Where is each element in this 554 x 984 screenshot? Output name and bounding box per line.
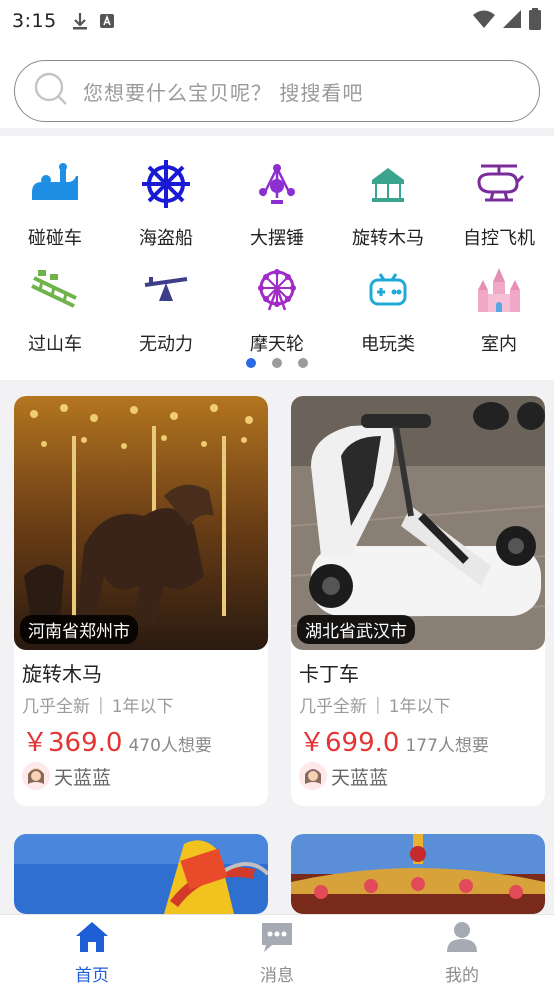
product-card[interactable]: 湖北省武汉市 卡丁车 几乎全新 | 1年以下 ￥699.0 177人想要 天蓝蓝 (291, 396, 545, 806)
status-bar: 3:15 (0, 0, 554, 42)
category-label: 旋转木马 (352, 228, 424, 249)
status-time: 3:15 (12, 10, 57, 32)
category-ferris-wheel[interactable]: 摩天轮 (222, 264, 332, 364)
product-condition: 几乎全新 (22, 697, 90, 717)
message-icon (260, 921, 294, 957)
profile-icon (445, 921, 479, 957)
wifi-icon (472, 9, 496, 33)
signal-icon (502, 9, 522, 33)
category-label: 电玩类 (361, 334, 415, 355)
search-input[interactable]: 您想要什么宝贝呢？ 搜搜看吧 (14, 60, 540, 122)
product-image (291, 834, 545, 914)
price-row: ￥699.0 177人想要 (299, 722, 489, 759)
gamepad-icon (360, 264, 416, 316)
search-placeholder: 您想要什么宝贝呢？ 搜搜看吧 (83, 80, 364, 105)
category-label: 室内 (481, 334, 517, 355)
category-grid: 碰碰车 海盗船 大摆锤 旋转木马 自控飞机 过山车 无动力 摩天轮 电玩类 室内 (0, 136, 554, 380)
pendulum-ride-icon (249, 158, 305, 210)
pager-dot[interactable] (246, 358, 256, 368)
category-pirate-ship[interactable]: 海盗船 (111, 158, 221, 258)
category-carousel[interactable]: 旋转木马 (333, 158, 443, 258)
product-card[interactable] (291, 834, 545, 914)
category-label: 过山车 (28, 334, 82, 355)
nav-profile[interactable]: 我的 (422, 921, 502, 984)
price-row: ￥369.0 470人想要 (22, 722, 212, 759)
product-price: ￥699.0 (299, 728, 400, 758)
seller-info[interactable]: 天蓝蓝 (299, 762, 388, 790)
product-age: 1年以下 (388, 697, 451, 717)
category-label: 自控飞机 (463, 228, 535, 249)
pager-dot[interactable] (298, 358, 308, 368)
bumper-car-icon (27, 158, 83, 210)
avatar (299, 762, 327, 790)
product-image (14, 834, 268, 914)
product-image: 湖北省武汉市 (291, 396, 545, 650)
category-label: 大摆锤 (250, 228, 304, 249)
search-area: 您想要什么宝贝呢？ 搜搜看吧 (0, 42, 554, 128)
product-title: 旋转木马 (22, 662, 102, 686)
category-indoor[interactable]: 室内 (444, 264, 554, 364)
seller-name: 天蓝蓝 (331, 766, 389, 789)
product-meta: 几乎全新 | 1年以下 (299, 692, 451, 718)
seller-info[interactable]: 天蓝蓝 (22, 762, 111, 790)
battery-icon (528, 8, 542, 34)
nav-home[interactable]: 首页 (52, 921, 132, 984)
bottom-nav: 首页 消息 我的 (0, 914, 554, 984)
product-meta: 几乎全新 | 1年以下 (22, 692, 174, 718)
category-label: 摩天轮 (250, 334, 304, 355)
pager-dot[interactable] (272, 358, 282, 368)
pager-dots (0, 358, 554, 368)
location-tag: 河南省郑州市 (20, 615, 138, 644)
category-roller-coaster[interactable]: 过山车 (0, 264, 110, 364)
category-self-control-plane[interactable]: 自控飞机 (444, 158, 554, 258)
product-image: 河南省郑州市 (14, 396, 268, 650)
category-label: 碰碰车 (28, 228, 82, 249)
keyboard-a-icon (99, 13, 115, 29)
seesaw-icon (138, 264, 194, 316)
product-condition: 几乎全新 (299, 697, 367, 717)
ferris-wheel-icon (249, 264, 305, 316)
avatar (22, 762, 50, 790)
roller-coaster-icon (27, 264, 83, 316)
category-video-games[interactable]: 电玩类 (333, 264, 443, 364)
home-icon (75, 921, 109, 957)
carousel-icon (360, 158, 416, 210)
location-tag: 湖北省武汉市 (297, 615, 415, 644)
category-label: 无动力 (139, 334, 193, 355)
product-age: 1年以下 (111, 697, 174, 717)
download-icon (71, 11, 89, 31)
want-count: 177人想要 (405, 736, 489, 756)
category-label: 海盗船 (139, 228, 193, 249)
castle-icon (471, 264, 527, 316)
product-card[interactable]: 河南省郑州市 旋转木马 几乎全新 | 1年以下 ￥369.0 470人想要 天蓝… (14, 396, 268, 806)
nav-label: 首页 (75, 966, 109, 984)
category-bumper-car[interactable]: 碰碰车 (0, 158, 110, 258)
meta-separator: | (375, 694, 381, 715)
ship-wheel-icon (138, 158, 194, 210)
seller-name: 天蓝蓝 (54, 766, 112, 789)
search-icon (33, 71, 69, 111)
product-price: ￥369.0 (22, 728, 123, 758)
product-title: 卡丁车 (299, 662, 359, 686)
nav-label: 消息 (260, 966, 294, 984)
product-card[interactable] (14, 834, 268, 914)
category-pendulum[interactable]: 大摆锤 (222, 158, 332, 258)
category-non-powered[interactable]: 无动力 (111, 264, 221, 364)
want-count: 470人想要 (128, 736, 212, 756)
helicopter-icon (471, 158, 527, 210)
nav-messages[interactable]: 消息 (237, 921, 317, 984)
nav-label: 我的 (445, 966, 479, 984)
meta-separator: | (98, 694, 104, 715)
